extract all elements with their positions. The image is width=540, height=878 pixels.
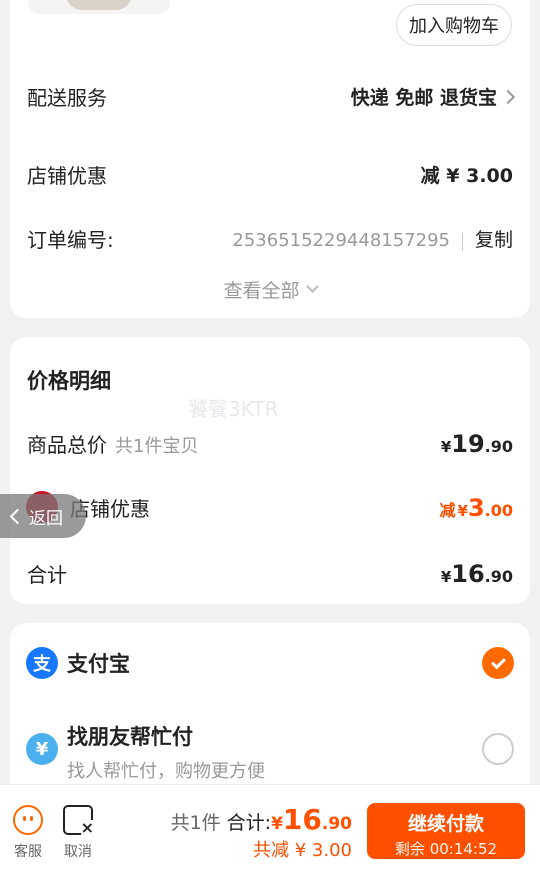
view-all-label: 查看全部 [223,280,300,302]
alipay-name: 支付宝 [67,652,130,676]
checkout-total-price: ¥16.90 [271,803,352,836]
chevron-left-icon [9,508,26,524]
saved-amount: 共减 ¥ 3.00 [253,840,352,861]
payment-methods-card: 支 支付宝 ¥ 找朋友帮忙付 找人帮忙付，购物更方便 [10,623,530,803]
total-label: 合计 [27,563,67,587]
goods-count: 共1件宝贝 [115,436,199,457]
continue-pay-label: 继续付款 [407,813,484,835]
delivery-value: 快递 免邮 退货宝 [350,87,497,109]
copy-button[interactable]: 复制 [475,229,513,251]
customer-service-icon [13,805,43,835]
customer-service-label: 客服 [14,844,42,860]
price-detail-title: 价格明细 [27,369,111,393]
delivery-row[interactable]: 配送服务 快递 免邮 退货宝 [27,82,516,111]
order-confirm-page: 加入购物车 配送服务 快递 免邮 退货宝 店铺优惠 减 ¥ 3.00 订单编号:… [0,0,540,878]
view-all-button[interactable]: 查看全部 [10,276,530,303]
total-label: 合计: [226,812,272,834]
order-info-card: 加入购物车 配送服务 快递 免邮 退货宝 店铺优惠 减 ¥ 3.00 订单编号:… [10,0,530,318]
total-row: 合计 ¥16.90 [27,559,513,588]
shop-discount-label: 店铺优惠 [27,164,107,188]
shop-discount-value: 减 ¥ 3.00 [420,165,513,187]
item-count: 共1件 [170,812,221,834]
goods-total-label: 商品总价 [27,433,107,457]
back-button[interactable]: 返回 [0,494,86,538]
order-number: 2536515229448157295 [232,230,450,251]
back-label: 返回 [29,508,63,529]
shop-discount-row: 店铺优惠 减 ¥ 3.00 [27,160,513,189]
product-thumbnail[interactable] [28,0,170,14]
add-to-cart-button[interactable]: 加入购物车 [396,4,512,46]
cancel-icon: × [63,805,94,836]
checkout-totals: 共1件 合计:¥16.90 共减 ¥ 3.00 [171,803,352,862]
payment-option-alipay[interactable]: 支 支付宝 [26,647,514,679]
customer-service-button[interactable]: 客服 [6,805,50,861]
cancel-order-button[interactable]: × 取消 [56,805,100,861]
price-detail-card: 价格明细 饕餮3KTR 商品总价 共1件宝贝 ¥19.90 店铺优惠 减 ¥3.00… [10,337,530,604]
delivery-label: 配送服务 [27,86,107,110]
chevron-down-icon [305,280,319,293]
total-price: ¥16.90 [440,559,513,588]
order-number-label: 订单编号: [27,228,114,252]
goods-total-price: ¥19.90 [440,429,513,458]
alipay-icon: 支 [26,647,58,679]
checkout-bar: 客服 × 取消 共1件 合计:¥16.90 共减 ¥ 3.00 继续付款 剩余 0… [0,784,540,878]
selected-check-icon[interactable] [482,647,514,679]
divider [461,232,463,251]
shop-discount-detail-row: 店铺优惠 减 ¥3.00 [70,493,513,522]
goods-total-row: 商品总价 共1件宝贝 ¥19.90 [27,429,513,458]
cancel-label: 取消 [64,844,92,860]
continue-pay-button[interactable]: 继续付款 剩余 00:14:52 [367,803,525,859]
unselected-radio-icon[interactable] [482,733,514,765]
chevron-right-icon [500,89,516,105]
watermark: 饕餮3KTR [188,397,279,421]
shop-discount-detail-price: 减 ¥3.00 [439,493,514,522]
friend-pay-name: 找朋友帮忙付 [67,725,193,749]
friend-pay-subtitle: 找人帮忙付，购物更方便 [67,761,265,782]
friend-pay-icon: ¥ [26,733,58,765]
order-number-row: 订单编号: 2536515229448157295 复制 [27,224,513,253]
payment-option-friend[interactable]: ¥ 找朋友帮忙付 找人帮忙付，购物更方便 [26,721,514,783]
countdown-timer: 剩余 00:14:52 [394,840,498,858]
